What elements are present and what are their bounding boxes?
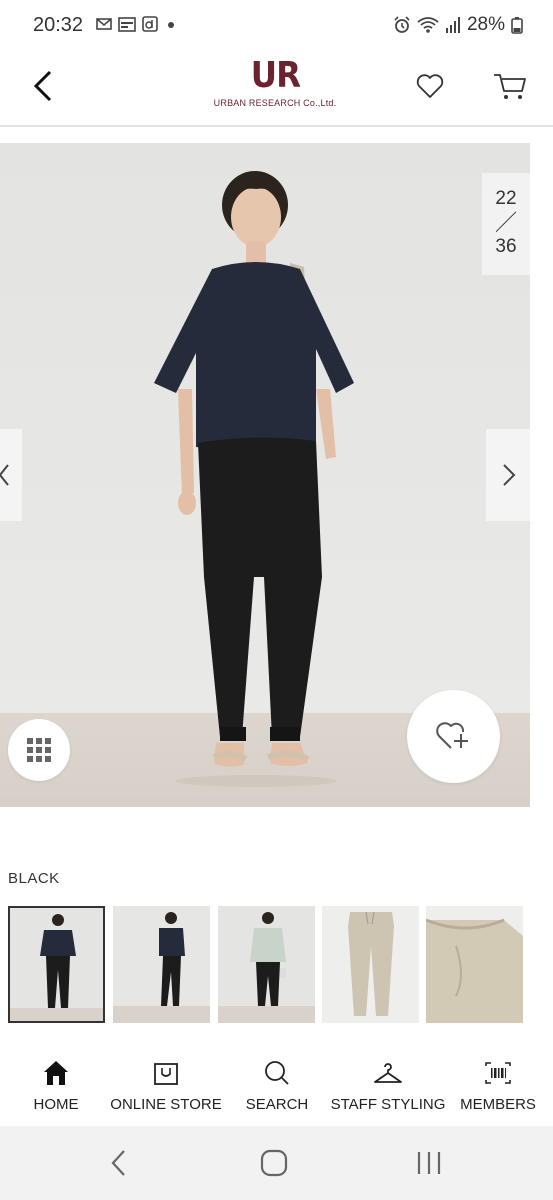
wifi-icon: [417, 17, 439, 33]
image-counter-separator: ／: [494, 210, 517, 235]
bottom-navigation: HOME ONLINE STORE SEARCH STAFF STYLING M…: [0, 1058, 553, 1126]
notification-icons: [96, 16, 178, 32]
nav-staff-styling-label: STAFF STYLING: [330, 1096, 446, 1113]
image-counter-current: 22: [495, 188, 517, 209]
nav-staff-styling[interactable]: STAFF STYLING: [330, 1058, 446, 1113]
nav-online-store-label: ONLINE STORE: [110, 1096, 222, 1113]
system-recents-button[interactable]: [414, 1148, 444, 1178]
selected-color-label: BLACK: [8, 870, 60, 887]
nav-home-label: HOME: [33, 1096, 79, 1113]
previous-image-button[interactable]: [0, 429, 22, 521]
app-header: UR URBAN RESEARCH Co.,Ltd.: [0, 52, 553, 127]
thumbnail-image: [218, 906, 315, 1023]
heart-icon: [416, 74, 444, 98]
nav-home[interactable]: HOME: [26, 1058, 86, 1113]
chevron-left-icon: [33, 70, 52, 102]
heart-plus-icon: [436, 722, 468, 749]
system-status-icons: 28%: [393, 14, 523, 36]
grid-icon: [27, 738, 51, 762]
color-thumbnail-strip: [8, 906, 553, 1023]
nav-online-store[interactable]: ONLINE STORE: [110, 1058, 222, 1113]
thumbnail-4[interactable]: [322, 906, 419, 1023]
product-photo-model: [154, 171, 354, 787]
product-image-carousel[interactable]: 22 ／ 36: [0, 143, 530, 807]
thumbnail-image: [322, 906, 419, 1023]
thumbnail-image: [426, 906, 523, 1023]
thumbnail-2[interactable]: [113, 906, 210, 1023]
mail-notification-icon: [96, 18, 112, 30]
image-counter-total: 36: [495, 236, 517, 257]
nav-members-label: MEMBERS: [460, 1096, 536, 1113]
grid-view-button[interactable]: [8, 719, 70, 781]
nav-search[interactable]: SEARCH: [242, 1058, 312, 1113]
favorites-button[interactable]: [414, 70, 446, 102]
signal-icon: [445, 17, 460, 33]
hanger-icon: [374, 1063, 402, 1083]
thumbnail-image: [113, 906, 210, 1023]
status-time: 20:32: [33, 14, 84, 36]
system-navigation-bar: [0, 1126, 553, 1200]
thumbnail-1[interactable]: [8, 906, 105, 1023]
system-home-button[interactable]: [259, 1148, 289, 1178]
battery-icon: [511, 17, 523, 34]
barcode-icon: [485, 1062, 511, 1084]
back-button[interactable]: [28, 66, 60, 106]
home-icon: [44, 1061, 68, 1085]
more-dot-icon: [168, 22, 174, 28]
thumbnail-image: [10, 908, 103, 1021]
nav-search-label: SEARCH: [245, 1096, 309, 1113]
logo-mark: UR: [250, 55, 300, 96]
d-app-notification-icon: [142, 16, 158, 32]
brand-logo[interactable]: UR URBAN RESEARCH Co.,Ltd.: [207, 58, 343, 114]
image-counter: 22 ／ 36: [482, 173, 530, 275]
thumbnail-5[interactable]: [426, 906, 523, 1023]
nav-members[interactable]: MEMBERS: [460, 1058, 536, 1113]
next-image-button[interactable]: [486, 429, 530, 521]
chevron-left-icon: [0, 464, 9, 486]
chevron-right-icon: [503, 464, 516, 486]
battery-percent: 28%: [466, 14, 505, 35]
alarm-icon: [394, 16, 410, 33]
logo-text: URBAN RESEARCH Co.,Ltd.: [213, 98, 337, 108]
status-bar: 20:32 28%: [0, 0, 553, 52]
search-icon: [265, 1061, 289, 1085]
cart-button[interactable]: [492, 70, 528, 102]
add-to-favorites-button[interactable]: [407, 690, 500, 783]
shopping-bag-icon: [154, 1063, 178, 1085]
calendar-notification-icon: [118, 17, 136, 32]
thumbnail-3[interactable]: [218, 906, 315, 1023]
cart-icon: [494, 74, 526, 99]
system-back-button[interactable]: [106, 1148, 132, 1178]
